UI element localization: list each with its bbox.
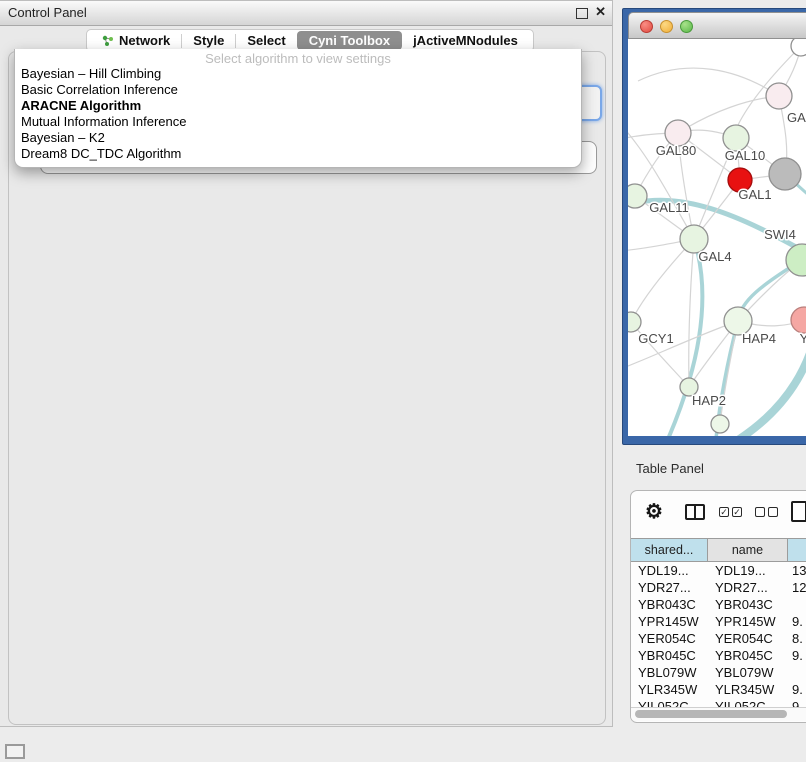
algorithm-option[interactable]: Bayesian – K2 xyxy=(15,130,581,146)
node-label: GCY1 xyxy=(638,331,673,346)
unchecked-pair-icon[interactable] xyxy=(755,507,778,517)
table-row[interactable]: YDL19... YDL19... 13 xyxy=(631,562,806,579)
algorithm-option[interactable]: Mutual Information Inference xyxy=(15,114,581,130)
table-cell: 9. xyxy=(792,647,806,664)
float-window-icon[interactable] xyxy=(576,8,588,19)
control-panel-titlebar: Control Panel ✕ xyxy=(0,1,612,26)
network-node[interactable] xyxy=(766,83,792,109)
table-cell: YIL052C xyxy=(715,698,785,707)
table-cell: YBL079W xyxy=(638,664,706,681)
table-row[interactable]: YPR145W YPR145W 9. xyxy=(631,613,806,630)
network-tab-icon xyxy=(102,35,114,47)
table-body: YDL19...YDL19...13YDR27...YDR27...12YBR0… xyxy=(631,562,806,707)
network-node[interactable] xyxy=(711,415,729,433)
node-label: GAL4 xyxy=(698,249,731,264)
control-panel-title: Control Panel xyxy=(8,5,87,20)
table-cell: YBR045C xyxy=(638,647,706,664)
table-cell: YDR27... xyxy=(715,579,785,596)
close-icon[interactable]: ✕ xyxy=(595,4,606,20)
network-node[interactable] xyxy=(628,184,647,208)
table-cell: YER054C xyxy=(638,630,706,647)
node-label: HAP4 xyxy=(742,331,776,346)
table-panel: ⚙ ✓✓ shared... name YDL19...YDL19...13YD… xyxy=(630,490,806,723)
table-row[interactable]: YLR345W YLR345W 9. xyxy=(631,681,806,698)
node-label: GAL10 xyxy=(725,148,765,163)
column-header-extra[interactable] xyxy=(788,539,806,561)
network-node[interactable] xyxy=(791,307,806,333)
column-header-name[interactable]: name xyxy=(708,539,788,561)
algorithm-option[interactable]: Bayesian – Hill Climbing xyxy=(15,66,581,82)
algorithm-dropdown-popup: Select algorithm to view settings Bayesi… xyxy=(14,49,582,168)
network-window-titlebar xyxy=(628,12,806,39)
node-label: Y xyxy=(800,331,806,346)
tab-select[interactable]: Select xyxy=(236,31,296,50)
tab-style[interactable]: Style xyxy=(182,31,235,50)
table-cell: YLR345W xyxy=(715,681,785,698)
table-row[interactable]: YDR27... YDR27... 12 xyxy=(631,579,806,596)
network-node[interactable] xyxy=(628,312,641,332)
node-label: GAL11 xyxy=(649,200,689,215)
table-cell: YER054C xyxy=(715,630,785,647)
table-cell: 9. xyxy=(792,681,806,698)
table-cell: YBL079W xyxy=(715,664,785,681)
application-window: Control Panel ✕ Network Style Select Cyn… xyxy=(0,0,806,762)
tab-cyni-toolbox[interactable]: Cyni Toolbox xyxy=(297,31,402,50)
table-toolbar: ⚙ ✓✓ xyxy=(631,491,806,537)
table-cell: YBR043C xyxy=(638,596,706,613)
zoom-window-icon[interactable] xyxy=(680,20,693,33)
close-window-icon[interactable] xyxy=(640,20,653,33)
table-row[interactable]: YIL052C YIL052C 9. xyxy=(631,698,806,707)
table-cell: YIL052C xyxy=(638,698,706,707)
network-canvas-svg: GAL GAL80 GAL10 GAL1 GAL11 GAL4 SWI4 GCY1 HAP4 Y H… xyxy=(628,39,806,436)
network-node[interactable] xyxy=(769,158,801,190)
tab-network[interactable]: Network xyxy=(91,31,181,50)
table-cell: 9. xyxy=(792,613,806,630)
table-cell: YBR043C xyxy=(715,596,785,613)
table-horizontal-scrollbar[interactable] xyxy=(631,707,806,721)
tab-network-label: Network xyxy=(119,33,170,48)
window-buttons xyxy=(640,20,693,33)
table-cell: YBR045C xyxy=(715,647,785,664)
node-label: GAL80 xyxy=(656,143,696,158)
node-label: GAL xyxy=(787,110,806,125)
settings-gear-icon[interactable]: ⚙ xyxy=(645,499,663,524)
table-header-row: shared... name xyxy=(631,538,806,562)
algorithm-option[interactable]: Dream8 DC_TDC Algorithm xyxy=(15,146,581,162)
table-row[interactable]: YBL079W YBL079W xyxy=(631,664,806,681)
table-row[interactable]: YBR045C YBR045C 9. xyxy=(631,647,806,664)
table-cell: 12 xyxy=(792,579,806,596)
algorithm-option[interactable]: Basic Correlation Inference xyxy=(15,82,581,98)
table-cell: 9. xyxy=(792,698,806,707)
table-row[interactable]: YER054C YER054C 8. xyxy=(631,630,806,647)
table-cell: 13 xyxy=(792,562,806,579)
scrollbar-thumb[interactable] xyxy=(635,710,787,718)
table-cell: YPR145W xyxy=(638,613,706,630)
table-cell: YDL19... xyxy=(715,562,785,579)
table-cell: YDR27... xyxy=(638,579,706,596)
algorithm-option[interactable]: ARACNE Algorithm xyxy=(15,98,581,114)
node-label: HAP2 xyxy=(692,393,726,408)
tab-jactivemnodules[interactable]: jActiveMNodules xyxy=(402,31,529,50)
split-columns-icon[interactable] xyxy=(685,504,705,520)
control-panel-window: Control Panel ✕ Network Style Select Cyn… xyxy=(0,0,613,727)
node-label: GAL1 xyxy=(738,187,771,202)
table-cell: YLR345W xyxy=(638,681,706,698)
algorithm-dropdown-list: Bayesian – Hill ClimbingBasic Correlatio… xyxy=(15,66,581,162)
table-row[interactable]: YBR043C YBR043C xyxy=(631,596,806,613)
table-panel-title: Table Panel xyxy=(636,461,704,476)
network-canvas[interactable]: GAL GAL80 GAL10 GAL1 GAL11 GAL4 SWI4 GCY1 HAP4 Y H… xyxy=(628,39,806,436)
column-header-shared[interactable]: shared... xyxy=(631,539,708,561)
table-cell: YPR145W xyxy=(715,613,785,630)
algorithm-dropdown-placeholder: Select algorithm to view settings xyxy=(15,51,581,66)
table-cell: 8. xyxy=(792,630,806,647)
node-label: SWI4 xyxy=(764,227,796,242)
minimize-window-icon[interactable] xyxy=(660,20,673,33)
table-cell: YDL19... xyxy=(638,562,706,579)
document-icon[interactable] xyxy=(791,501,806,522)
network-view-window: GAL GAL80 GAL10 GAL1 GAL11 GAL4 SWI4 GCY1 HAP4 Y H… xyxy=(622,8,806,445)
collapsed-panel-icon[interactable] xyxy=(5,744,25,759)
checked-pair-icon[interactable]: ✓✓ xyxy=(719,507,742,517)
